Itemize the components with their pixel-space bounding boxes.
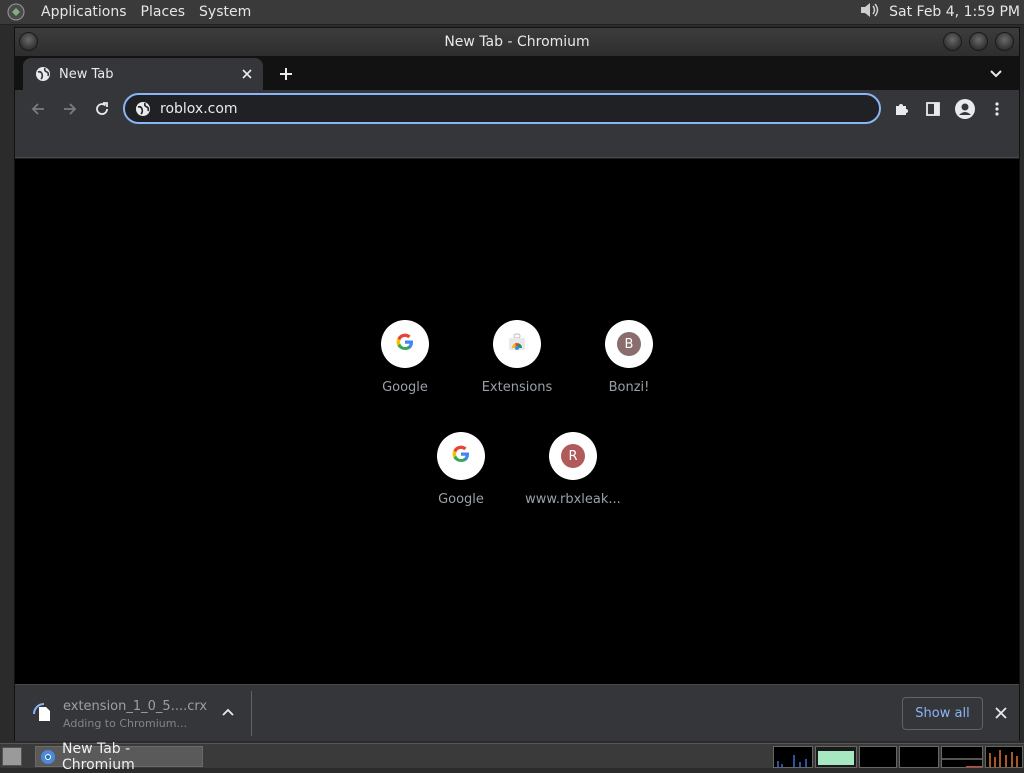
- shortcut-label: Google: [382, 380, 428, 395]
- bottom-taskbar: New Tab - Chromium: [0, 741, 1024, 773]
- download-item[interactable]: extension_1_0_5....crx Adding to Chromiu…: [29, 693, 249, 735]
- shortcut-label: Bonzi!: [608, 380, 650, 395]
- new-tab-page: Google Extensions B Bonzi! Google R www.…: [15, 159, 1019, 684]
- cpu-monitor-graph: [773, 746, 813, 768]
- chromium-icon: [40, 749, 56, 765]
- google-g-icon: [395, 332, 415, 356]
- network-monitor-graph: [859, 746, 897, 768]
- tab-new-tab[interactable]: New Tab: [23, 58, 263, 90]
- toolbar: [15, 90, 1019, 128]
- shortcut-icon-circle: R: [549, 432, 597, 480]
- reload-icon[interactable]: [89, 96, 115, 122]
- download-status: Adding to Chromium...: [63, 716, 187, 730]
- shortcut-tile[interactable]: R www.rbxleak...: [517, 432, 629, 536]
- letter-avatar: R: [561, 444, 585, 468]
- download-filename: extension_1_0_5....crx: [63, 698, 208, 714]
- chrome-web-store-icon: [507, 332, 527, 356]
- volume-icon[interactable]: [859, 1, 881, 23]
- toolbar-spacer: [15, 128, 1019, 158]
- browser-window: New Tab - Chromium New Tab roblox.com Go…: [14, 27, 1020, 741]
- shortcut-icon-circle: [437, 432, 485, 480]
- back-arrow-icon[interactable]: [25, 96, 51, 122]
- globe-icon: [35, 66, 51, 82]
- address-bar[interactable]: [123, 93, 881, 124]
- menu-applications[interactable]: Applications: [34, 0, 134, 24]
- globe-icon: [135, 101, 151, 117]
- chevron-up-icon[interactable]: [218, 702, 238, 722]
- clock[interactable]: Sat Feb 4, 1:59 PM: [881, 4, 1020, 20]
- shortcut-icon-circle: [493, 320, 541, 368]
- swap-monitor-graph: [899, 746, 939, 768]
- profile-avatar-icon[interactable]: [952, 96, 978, 122]
- maximize-button[interactable]: [969, 32, 988, 51]
- shelf-divider: [251, 691, 252, 736]
- tab-search-chevron-down-icon[interactable]: [985, 63, 1007, 85]
- shortcut-tile[interactable]: Google: [405, 432, 517, 536]
- forward-arrow-icon[interactable]: [57, 96, 83, 122]
- letter-avatar: B: [617, 332, 641, 356]
- close-window-button[interactable]: [995, 32, 1014, 51]
- address-input[interactable]: [160, 100, 840, 117]
- show-all-button[interactable]: Show all: [902, 697, 983, 730]
- shortcut-label: www.rbxleak...: [525, 492, 621, 507]
- shortcut-icon-circle: B: [605, 320, 653, 368]
- shortcut-label: Google: [438, 492, 484, 507]
- tab-strip: New Tab: [15, 56, 1019, 90]
- file-download-progress-icon: [29, 699, 59, 729]
- load-monitor-graph: [941, 746, 983, 768]
- distro-logo-icon[interactable]: [4, 0, 28, 24]
- side-panel-icon[interactable]: [920, 96, 946, 122]
- menu-places[interactable]: Places: [134, 0, 193, 24]
- window-titlebar[interactable]: New Tab - Chromium: [15, 28, 1019, 56]
- taskbar-window-button[interactable]: New Tab - Chromium: [35, 741, 203, 773]
- show-desktop-icon[interactable]: [2, 747, 22, 766]
- close-icon[interactable]: [991, 703, 1011, 723]
- new-tab-plus-icon[interactable]: [275, 63, 297, 85]
- shortcut-tile[interactable]: B Bonzi!: [573, 320, 685, 424]
- menu-system[interactable]: System: [192, 0, 258, 24]
- disk-monitor-graph: [985, 746, 1023, 768]
- shortcut-label: Extensions: [481, 380, 553, 395]
- shortcut-tile[interactable]: Extensions: [461, 320, 573, 424]
- tab-title: New Tab: [59, 66, 114, 82]
- shortcut-icon-circle: [381, 320, 429, 368]
- top-panel: Applications Places System Sat Feb 4, 1:…: [0, 0, 1024, 25]
- memory-monitor-graph: [815, 746, 857, 768]
- extensions-puzzle-icon[interactable]: [888, 96, 914, 122]
- google-g-icon: [451, 444, 471, 468]
- tab-close-icon[interactable]: [237, 64, 257, 84]
- more-menu-kebab-icon[interactable]: [984, 96, 1010, 122]
- window-menu-button[interactable]: [19, 32, 38, 51]
- shortcut-tile[interactable]: Google: [349, 320, 461, 424]
- window-title: New Tab - Chromium: [444, 34, 590, 50]
- minimize-button[interactable]: [943, 32, 962, 51]
- download-shelf: extension_1_0_5....crx Adding to Chromiu…: [15, 684, 1019, 741]
